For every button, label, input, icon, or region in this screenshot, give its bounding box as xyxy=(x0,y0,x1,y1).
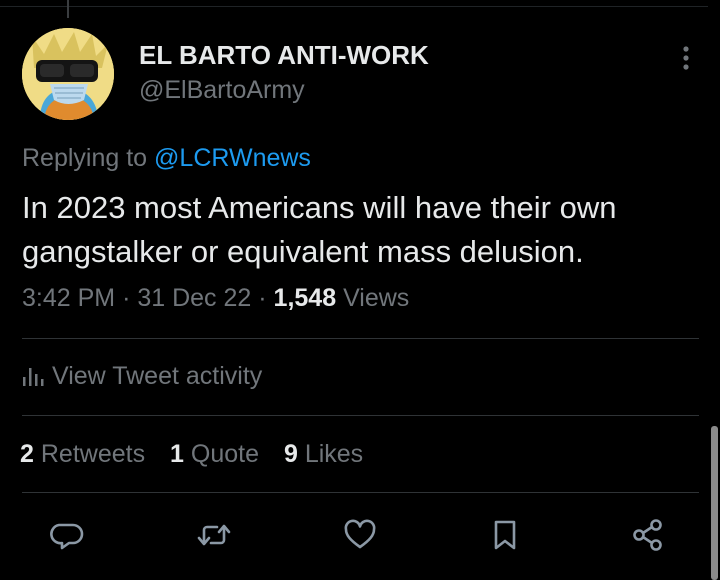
scrollbar[interactable] xyxy=(711,426,718,580)
divider xyxy=(22,492,699,493)
replying-to: Replying to @LCRWnews xyxy=(22,144,311,173)
quotes-stat[interactable]: 1 Quote xyxy=(170,440,259,468)
bookmark-icon xyxy=(494,520,516,550)
mention-link[interactable]: @LCRWnews xyxy=(154,144,311,172)
meta-separator: · xyxy=(122,284,131,312)
tweet-time[interactable]: 3:42 PM xyxy=(22,284,115,312)
tweet-text-line: In 2023 most Americans will have their o… xyxy=(22,190,617,225)
tweet-meta: 3:42 PM · 31 Dec 22 · 1,548 Views xyxy=(22,284,409,313)
author-handle[interactable]: @ElBartoArmy xyxy=(139,76,305,105)
likes-label: Likes xyxy=(304,440,364,468)
divider xyxy=(22,338,699,339)
retweet-button[interactable] xyxy=(196,517,232,553)
tweet-date[interactable]: 31 Dec 22 xyxy=(137,284,251,312)
meta-separator: · xyxy=(258,284,267,312)
like-icon xyxy=(344,519,376,549)
quotes-count: 1 xyxy=(170,440,184,468)
activity-label: View Tweet activity xyxy=(52,362,263,390)
replying-to-label: Replying to xyxy=(22,144,148,172)
top-divider xyxy=(0,6,708,7)
reply-button[interactable] xyxy=(50,517,86,553)
author-name[interactable]: EL BARTO ANTI-WORK xyxy=(139,40,429,71)
divider xyxy=(22,415,699,416)
share-icon xyxy=(633,519,662,551)
quotes-label: Quote xyxy=(190,440,259,468)
retweets-label: Retweets xyxy=(40,440,146,468)
bookmark-button[interactable] xyxy=(487,517,523,553)
likes-stat[interactable]: 9 Likes xyxy=(284,440,363,468)
views-count: 1,548 xyxy=(273,284,337,312)
tweet-text-line: gangstalker or equivalent mass delusion. xyxy=(22,234,584,269)
thread-line xyxy=(67,0,69,18)
retweets-count: 2 xyxy=(20,440,34,468)
avatar-image xyxy=(22,28,114,120)
likes-count: 9 xyxy=(283,440,298,468)
retweet-icon xyxy=(197,524,231,546)
more-options-icon[interactable] xyxy=(676,44,696,72)
view-tweet-activity-link[interactable]: View Tweet activity xyxy=(22,362,262,391)
like-button[interactable] xyxy=(342,517,378,553)
reply-icon xyxy=(50,523,84,550)
views-label: Views xyxy=(343,284,410,312)
avatar[interactable] xyxy=(22,28,114,120)
share-button[interactable] xyxy=(630,517,666,553)
retweets-stat[interactable]: 2 Retweets xyxy=(20,440,145,468)
tweet-text: In 2023 most Americans will have their o… xyxy=(22,186,702,274)
engagement-stats: 2 Retweets 1 Quote 9 Likes xyxy=(20,440,381,469)
analytics-icon xyxy=(23,368,44,386)
